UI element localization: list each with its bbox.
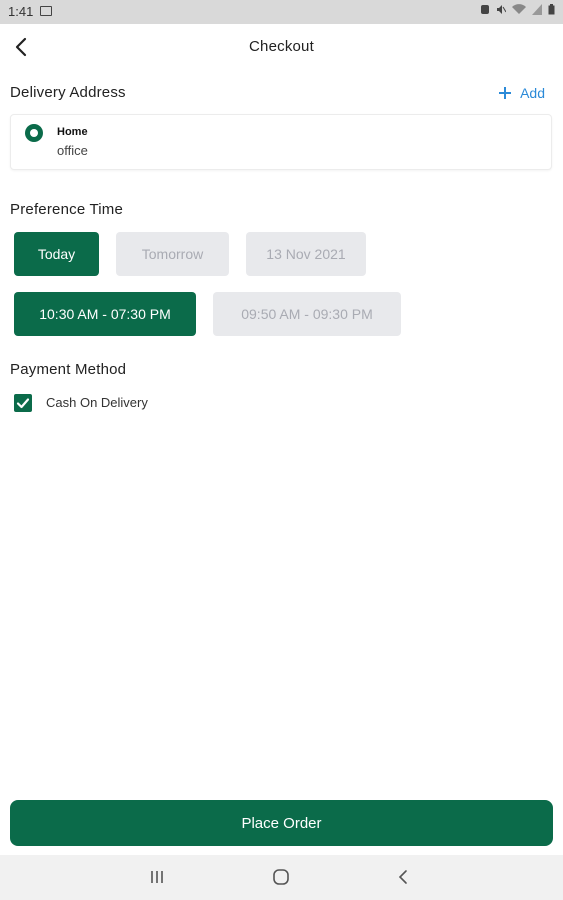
alarm-icon xyxy=(481,5,489,14)
address-radio-selected[interactable] xyxy=(25,124,43,142)
app-header: Checkout xyxy=(0,24,563,70)
image-icon xyxy=(40,6,52,16)
cash-on-delivery-label: Cash On Delivery xyxy=(46,395,148,410)
payment-method-title: Payment Method xyxy=(10,361,127,378)
mute-icon xyxy=(497,5,506,14)
day-chip-tomorrow[interactable]: Tomorrow xyxy=(116,232,229,276)
address-detail: office xyxy=(57,143,88,158)
preference-time-title: Preference Time xyxy=(10,201,124,218)
plus-icon xyxy=(499,87,512,99)
address-name: Home xyxy=(57,126,88,138)
signal-icon xyxy=(532,4,542,15)
add-address-button[interactable]: Add xyxy=(498,84,545,102)
add-address-label: Add xyxy=(520,85,545,101)
delivery-address-title: Delivery Address xyxy=(10,84,126,101)
page-title: Checkout xyxy=(249,38,314,55)
status-time: 1:41 xyxy=(8,4,34,19)
recent-apps-icon[interactable] xyxy=(147,867,167,887)
address-card-home[interactable]: Home office xyxy=(10,114,552,170)
time-slot-1[interactable]: 10:30 AM - 07:30 PM xyxy=(14,292,196,336)
home-icon[interactable] xyxy=(271,867,291,887)
cash-on-delivery-checkbox[interactable] xyxy=(14,394,32,412)
battery-icon xyxy=(548,4,555,15)
day-chip-today[interactable]: Today xyxy=(14,232,99,276)
back-nav-icon[interactable] xyxy=(394,867,414,887)
time-slot-2[interactable]: 09:50 AM - 09:30 PM xyxy=(213,292,401,336)
check-icon xyxy=(16,398,30,409)
radio-dot xyxy=(30,129,38,137)
system-nav-bar xyxy=(0,855,563,900)
status-icons xyxy=(480,4,555,15)
status-bar: 1:41 xyxy=(0,0,563,24)
day-chip-date[interactable]: 13 Nov 2021 xyxy=(246,232,366,276)
place-order-button[interactable]: Place Order xyxy=(10,800,553,846)
wifi-icon xyxy=(512,4,526,15)
